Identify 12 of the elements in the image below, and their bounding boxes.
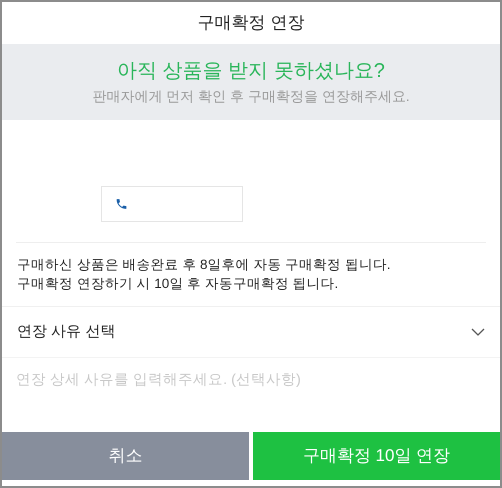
chevron-down-icon bbox=[471, 328, 485, 336]
banner-headline: 아직 상품을 받지 못하셨나요? bbox=[117, 58, 385, 84]
phone-field[interactable] bbox=[101, 186, 243, 222]
banner-subtext: 판매자에게 먼저 확인 후 구매확정을 연장해주세요. bbox=[92, 86, 410, 106]
notice-text: 구매하신 상품은 배송완료 후 8일후에 자동 구매확정 됩니다. bbox=[17, 256, 392, 274]
select-label: 연장 사유 선택 bbox=[17, 322, 116, 342]
window-title: 구매확정 연장 bbox=[198, 12, 304, 34]
reason-select[interactable]: 연장 사유 선택 bbox=[2, 307, 500, 357]
confirm-button[interactable]: 구매확정 10일 연장 bbox=[253, 432, 500, 480]
cancel-button[interactable]: 취소 bbox=[2, 432, 249, 480]
notice-text: 구매확정 연장하기 시 10일 후 자동구매확정 됩니다. bbox=[17, 275, 340, 293]
phone-icon bbox=[115, 197, 128, 211]
